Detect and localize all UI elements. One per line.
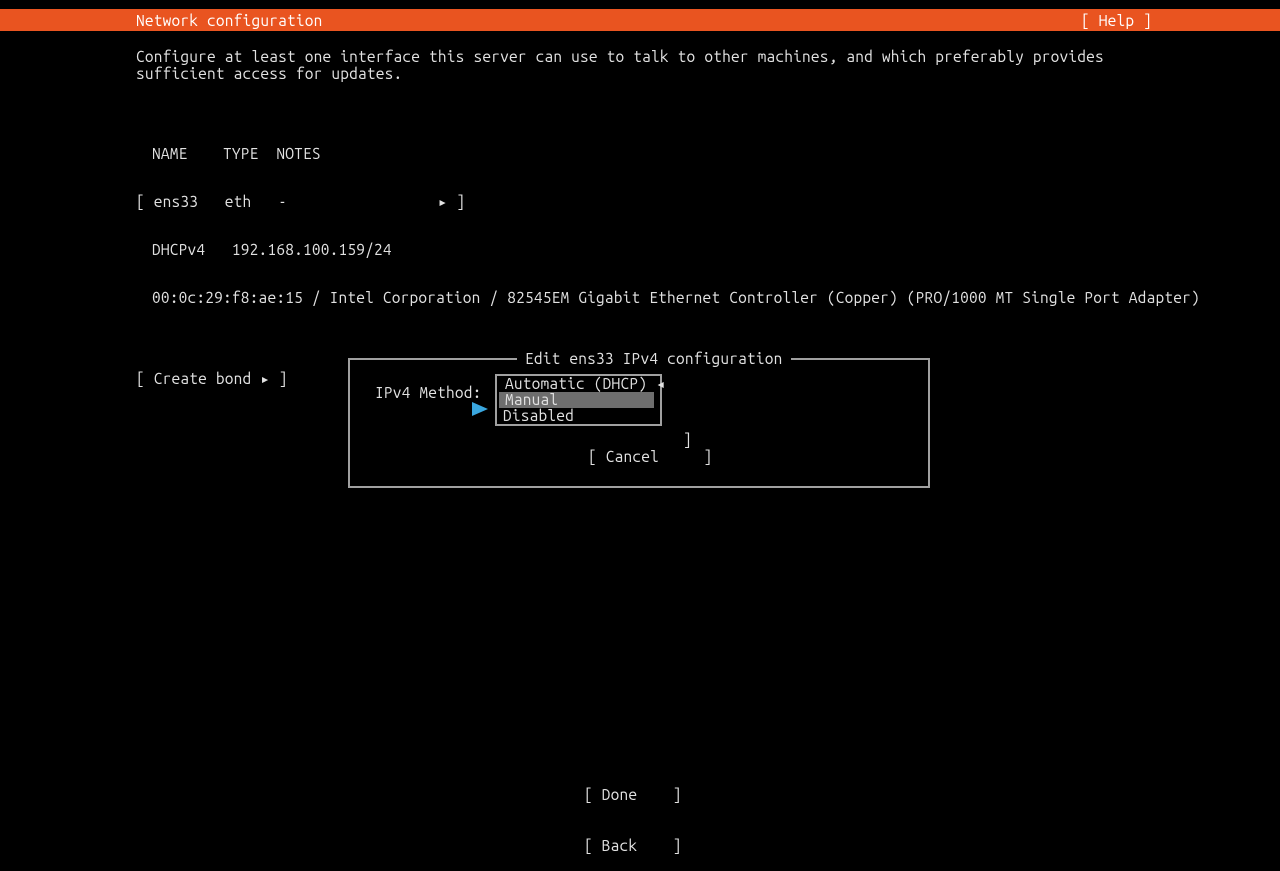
header-bar: Network configuration [ Help ]: [0, 9, 1280, 31]
dropdown-option-disabled[interactable]: Disabled: [497, 408, 660, 424]
dropdown-option-dhcp[interactable]: Automatic (DHCP) ◂: [499, 376, 654, 392]
cancel-button[interactable]: [ Cancel ]: [588, 448, 712, 465]
dropdown-option-manual[interactable]: Manual: [499, 392, 654, 408]
ipv4-config-dialog: Edit ens33 IPv4 configuration IPv4 Metho…: [348, 358, 930, 488]
description-text: Configure at least one interface this se…: [136, 48, 1154, 82]
black-band-top: [0, 0, 1280, 9]
done-button[interactable]: [ Done ]: [584, 786, 682, 803]
content-area: Configure at least one interface this se…: [0, 31, 1280, 388]
dialog-bracket-stub: ]: [683, 431, 692, 448]
help-button[interactable]: [ Help ]: [1081, 12, 1280, 29]
dialog-title: Edit ens33 IPv4 configuration: [517, 350, 791, 367]
interface-hw-line: 00:0c:29:f8:ae:15 / Intel Corporation / …: [136, 290, 1280, 306]
interface-dhcp-line: DHCPv4 192.168.100.159/24: [136, 242, 1280, 258]
ipv4-method-label: IPv4 Method:: [375, 384, 482, 401]
back-button[interactable]: [ Back ]: [584, 837, 682, 854]
interface-headers: NAME TYPE NOTES: [136, 146, 1280, 162]
interface-table: NAME TYPE NOTES [ ens33 eth - ▸ ] DHCPv4…: [136, 114, 1280, 338]
page-title: Network configuration: [0, 12, 322, 29]
ipv4-method-dropdown[interactable]: Automatic (DHCP) ◂ Manual Disabled: [495, 374, 662, 426]
footer-buttons: [ Done ] [ Back ]: [584, 752, 682, 871]
interface-row-ens33[interactable]: [ ens33 eth - ▸ ]: [136, 194, 1280, 210]
